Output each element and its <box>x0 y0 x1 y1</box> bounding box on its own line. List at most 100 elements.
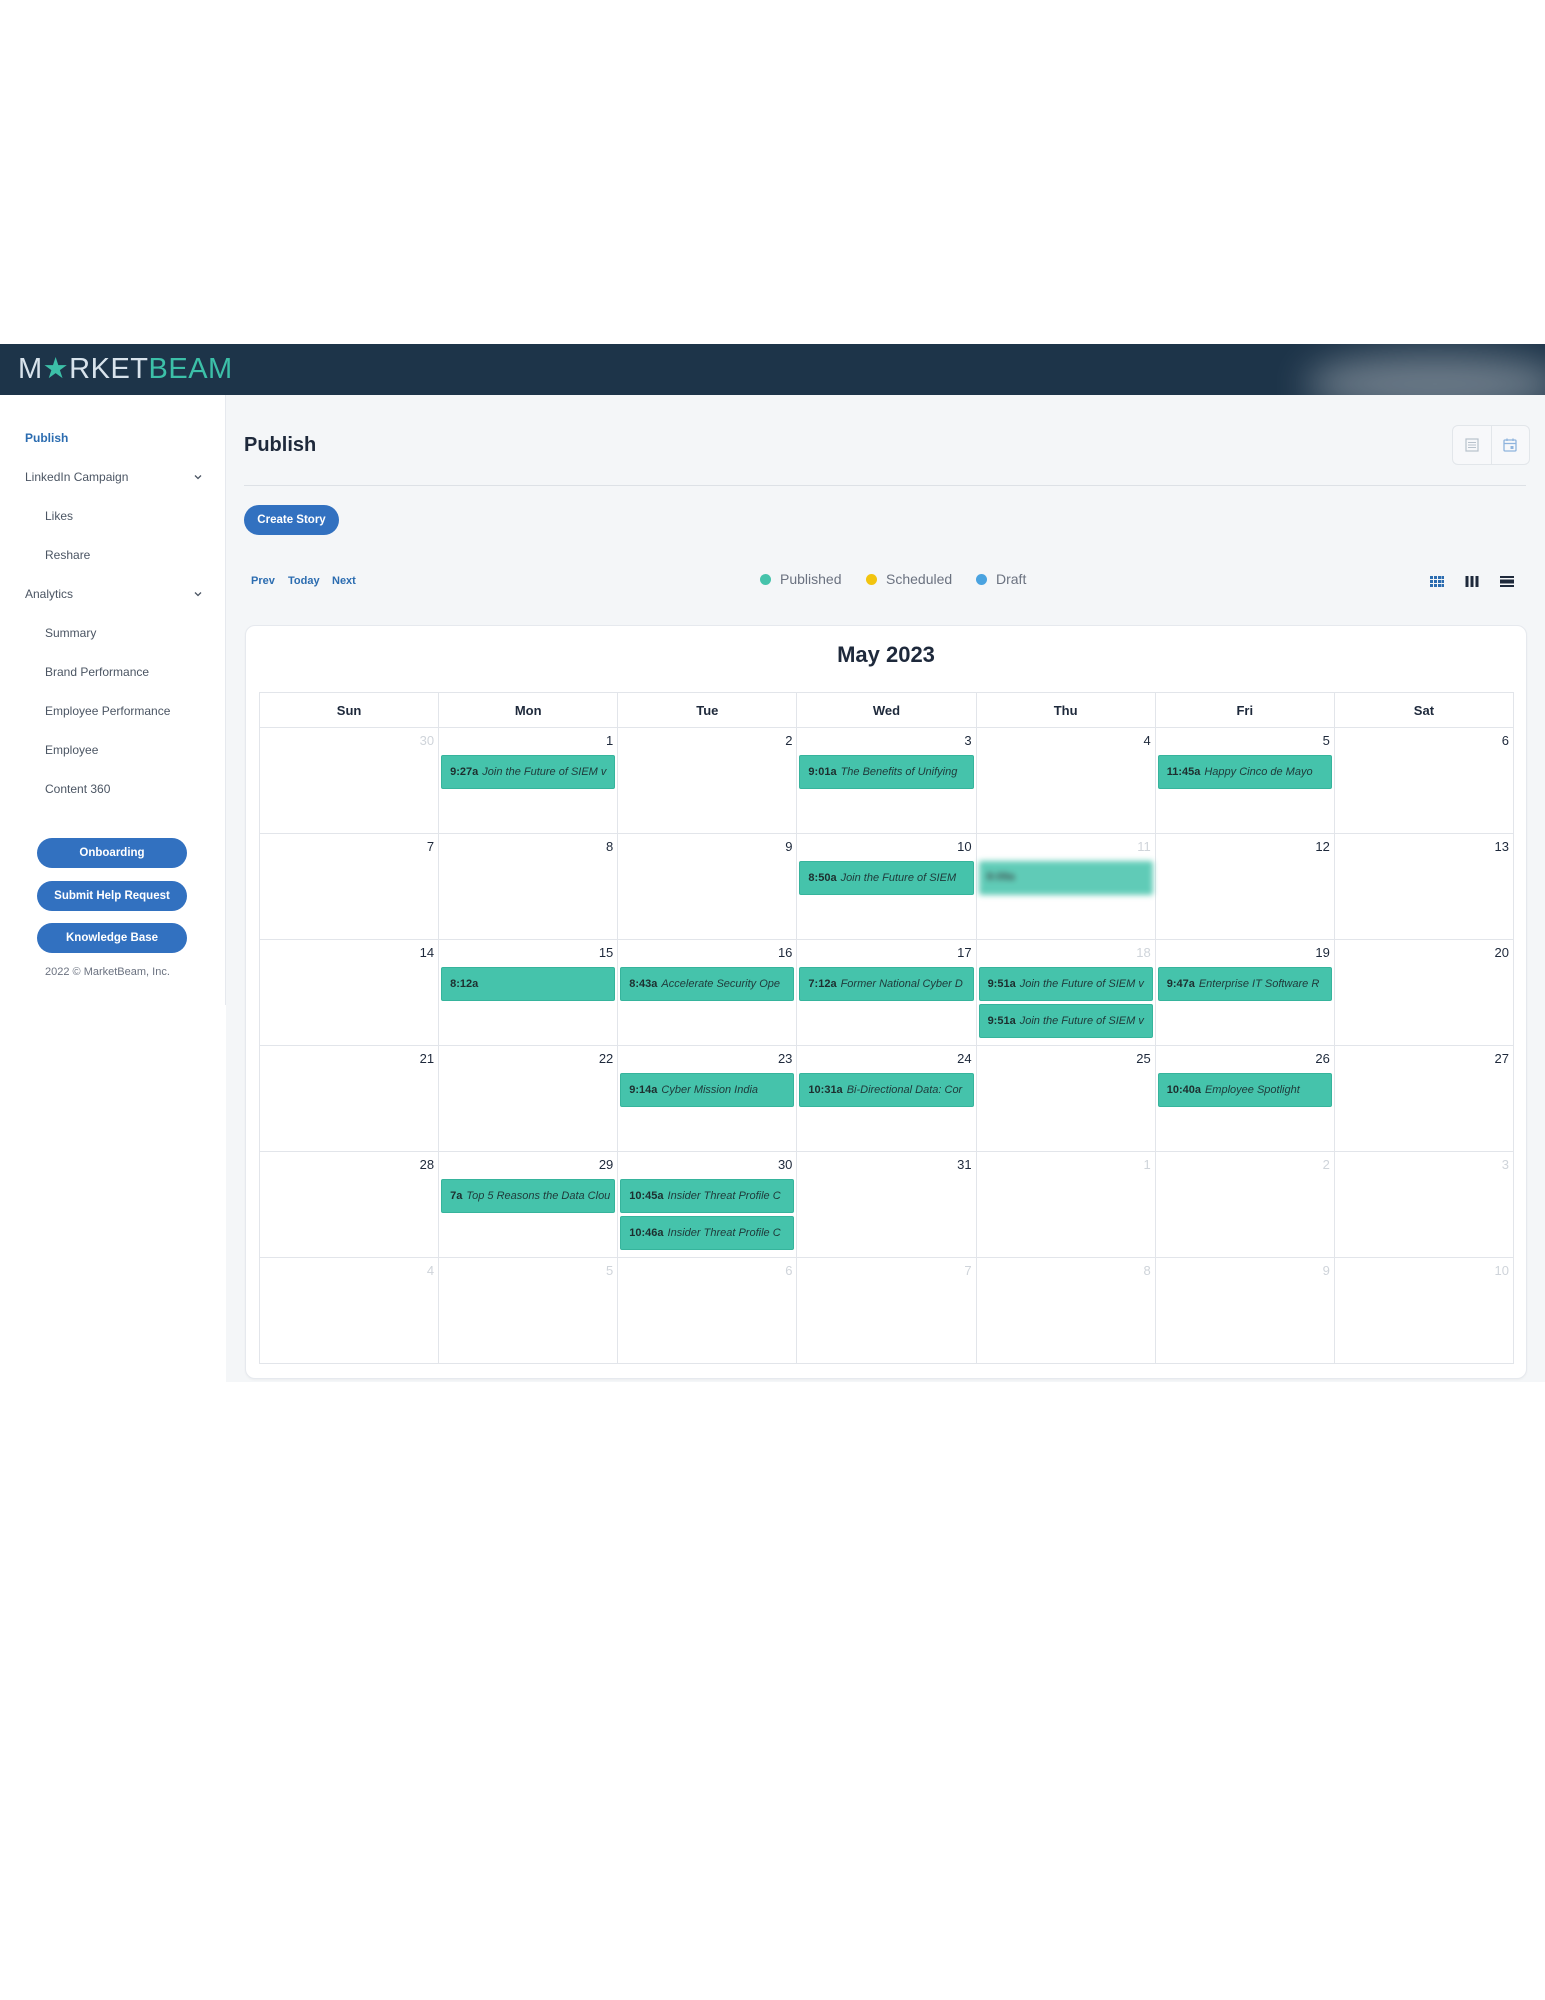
day-cell[interactable]: 9 <box>1154 1257 1335 1364</box>
calendar-event[interactable]: 7a Top 5 Reasons the Data Clou <box>441 1179 616 1213</box>
day-cell[interactable]: 4 <box>975 727 1156 834</box>
draft-dot-icon <box>976 574 987 585</box>
onboarding-button[interactable]: Onboarding <box>37 838 187 868</box>
day-cell[interactable]: 13 <box>1333 833 1514 940</box>
logo-star-icon: ★ <box>42 353 70 385</box>
calendar-grid: Sun Mon Tue Wed Thu Fri Sat 30 1 2 3 4 5 6 7 8 9 10 11 12 13… <box>259 692 1514 1364</box>
calendar-event[interactable]: 11:45a Happy Cinco de Mayo <box>1157 755 1332 789</box>
copyright-text: 2022 © MarketBeam, Inc. <box>45 966 170 978</box>
day-cell[interactable]: 9 <box>617 833 798 940</box>
sidebar-item-analytics[interactable]: Analytics <box>25 587 73 601</box>
day-cell[interactable]: 2 <box>1154 1151 1335 1258</box>
day-number: 30 <box>419 733 435 748</box>
day-cell[interactable]: 27 <box>1333 1045 1514 1152</box>
weekday-header: Mon <box>438 692 619 728</box>
sidebar-item-summary[interactable]: Summary <box>45 626 96 640</box>
calendar-event[interactable]: 10:46a Insider Threat Profile C <box>620 1216 795 1250</box>
scheduled-dot-icon <box>866 574 877 585</box>
day-view-icon[interactable] <box>1500 575 1514 588</box>
calendar-event[interactable]: 9:27a Join the Future of SIEM v <box>441 755 616 789</box>
day-number: 14 <box>419 945 435 960</box>
sidebar-item-reshare[interactable]: Reshare <box>45 548 90 562</box>
calendar-event[interactable]: 8:50a Join the Future of SIEM <box>799 861 974 895</box>
app-root: M★RKETBEAM Publish LinkedIn Campaign Lik… <box>0 344 1545 1382</box>
calendar-event[interactable]: 10:31a Bi-Directional Data: Cor <box>799 1073 974 1107</box>
day-number: 7 <box>426 839 435 854</box>
day-cell[interactable]: 30 <box>259 727 440 834</box>
chevron-down-icon[interactable] <box>193 589 203 599</box>
day-number: 18 <box>1136 945 1151 960</box>
weekday-header: Fri <box>1154 692 1335 728</box>
day-number: 10 <box>1494 1263 1509 1278</box>
day-cell[interactable]: 25 <box>975 1045 1156 1152</box>
day-cell[interactable]: 8 <box>438 833 619 940</box>
day-number: 24 <box>957 1051 972 1066</box>
day-number: 21 <box>419 1051 435 1066</box>
day-cell[interactable]: 1 <box>975 1151 1156 1258</box>
day-number: 5 <box>606 1263 614 1278</box>
event-title: Top 5 Reasons the Data Clou <box>466 1190 611 1202</box>
day-cell[interactable]: 12 <box>1154 833 1335 940</box>
calendar-event[interactable]: 7:12a Former National Cyber D <box>799 967 974 1001</box>
submit-help-request-button[interactable]: Submit Help Request <box>37 881 187 911</box>
list-icon <box>1465 438 1479 452</box>
calendar-event[interactable]: 8:09a <box>978 861 1153 895</box>
calendar-event[interactable]: 9:14a Cyber Mission India <box>620 1073 795 1107</box>
sidebar-item-employee-performance[interactable]: Employee Performance <box>45 704 170 718</box>
week-view-icon[interactable] <box>1465 575 1479 588</box>
next-button[interactable]: Next <box>332 575 356 587</box>
event-time: 10:40a <box>1166 1084 1201 1096</box>
day-cell[interactable]: 6 <box>617 1257 798 1364</box>
chevron-down-icon[interactable] <box>193 472 203 482</box>
event-time: 8:43a <box>629 978 658 990</box>
calendar-event[interactable]: 10:45a Insider Threat Profile C <box>620 1179 795 1213</box>
day-cell[interactable]: 31 <box>796 1151 977 1258</box>
list-view-button[interactable] <box>1453 426 1492 464</box>
weekday-header: Sun <box>259 692 440 728</box>
day-cell[interactable]: 4 <box>259 1257 440 1364</box>
main-content: Publish Create Story Prev Today Next Pub… <box>226 395 1545 1382</box>
calendar-event[interactable]: 9:01a The Benefits of Unifying <box>799 755 974 789</box>
weekday-header: Tue <box>617 692 798 728</box>
calendar-event[interactable]: 8:12a <box>441 967 616 1001</box>
calendar-event[interactable]: 10:40a Employee Spotlight <box>1157 1073 1332 1107</box>
calendar-event[interactable]: 9:51a Join the Future of SIEM v <box>978 967 1153 1001</box>
calendar-event[interactable]: 8:43a Accelerate Security Ope <box>620 967 795 1001</box>
today-button[interactable]: Today <box>288 575 320 587</box>
day-number: 16 <box>777 945 793 960</box>
sidebar-item-publish[interactable]: Publish <box>25 431 68 445</box>
prev-button[interactable]: Prev <box>251 575 275 587</box>
calendar-event[interactable]: 9:47a Enterprise IT Software R <box>1157 967 1332 1001</box>
day-cell[interactable]: 7 <box>259 833 440 940</box>
day-cell[interactable]: 28 <box>259 1151 440 1258</box>
day-cell[interactable]: 7 <box>796 1257 977 1364</box>
calendar-view-button[interactable] <box>1492 426 1530 464</box>
day-cell[interactable]: 22 <box>438 1045 619 1152</box>
day-cell[interactable]: 14 <box>259 939 440 1046</box>
event-time: 9:14a <box>629 1084 658 1096</box>
month-view-icon[interactable] <box>1430 575 1444 588</box>
day-cell[interactable]: 20 <box>1333 939 1514 1046</box>
sidebar-item-employee[interactable]: Employee <box>45 743 98 757</box>
sidebar-item-linkedin-campaign[interactable]: LinkedIn Campaign <box>25 470 128 484</box>
event-time: 9:47a <box>1166 978 1195 990</box>
view-toggle <box>1452 425 1530 465</box>
day-number: 4 <box>1143 733 1151 748</box>
legend-draft: Draft <box>976 571 1026 587</box>
calendar-event[interactable]: 9:51a Join the Future of SIEM v <box>978 1004 1153 1038</box>
event-title: Insider Threat Profile C <box>667 1190 781 1202</box>
day-cell[interactable]: 21 <box>259 1045 440 1152</box>
sidebar-item-content-360[interactable]: Content 360 <box>45 782 110 796</box>
knowledge-base-button[interactable]: Knowledge Base <box>37 923 187 953</box>
day-cell[interactable]: 6 <box>1333 727 1514 834</box>
day-cell[interactable]: 10 <box>1333 1257 1514 1364</box>
day-number: 20 <box>1494 945 1509 960</box>
sidebar-item-likes[interactable]: Likes <box>45 509 73 523</box>
create-story-button[interactable]: Create Story <box>244 505 339 535</box>
day-cell[interactable]: 3 <box>1333 1151 1514 1258</box>
marketbeam-logo[interactable]: M★RKETBEAM <box>18 353 233 386</box>
day-cell[interactable]: 5 <box>438 1257 619 1364</box>
sidebar-item-brand-performance[interactable]: Brand Performance <box>45 665 149 679</box>
day-cell[interactable]: 2 <box>617 727 798 834</box>
day-cell[interactable]: 8 <box>975 1257 1156 1364</box>
